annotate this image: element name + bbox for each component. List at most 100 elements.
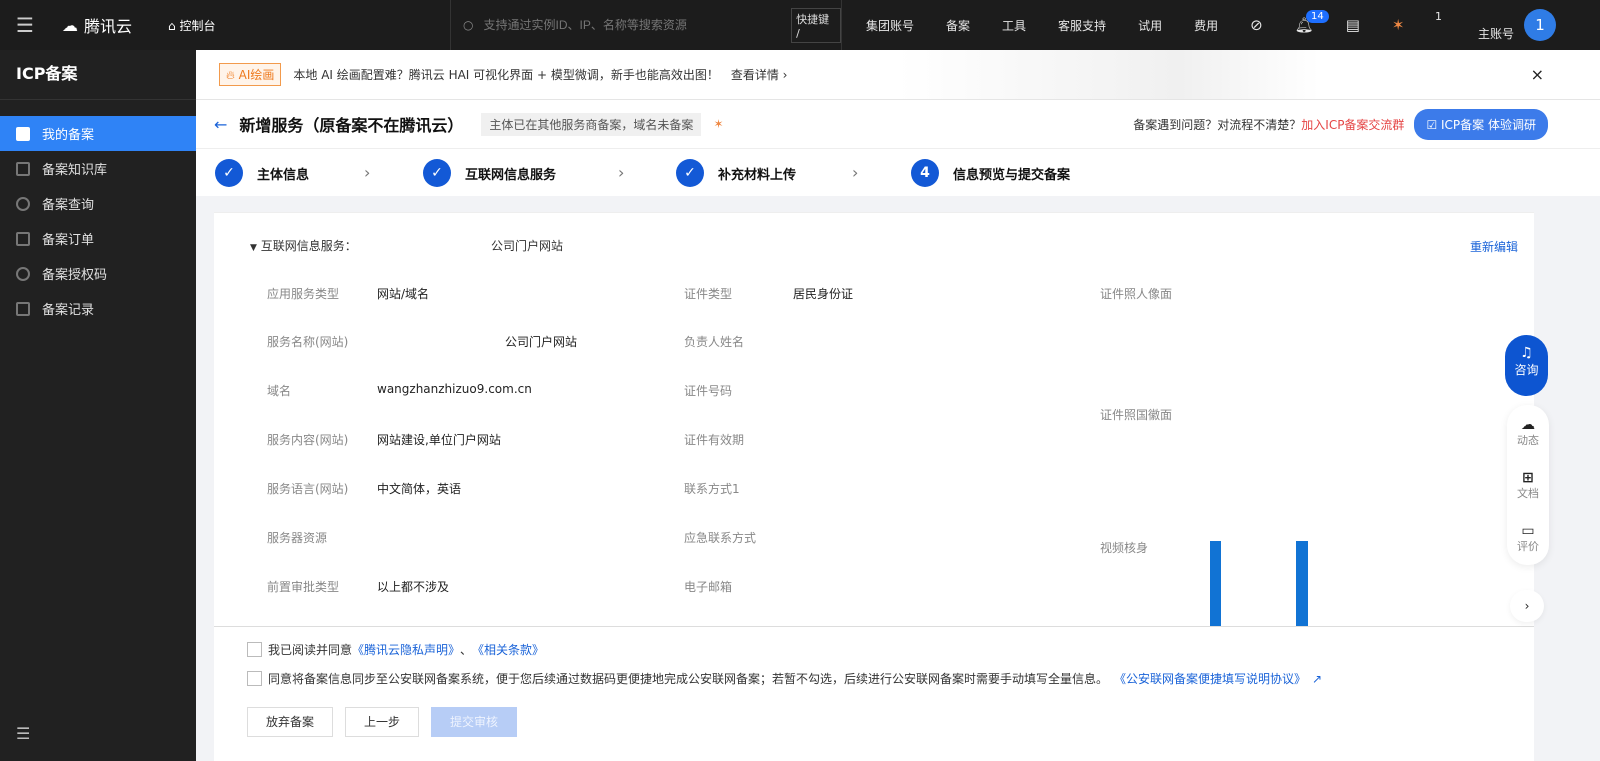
- field-label: 负责人姓名: [684, 335, 745, 349]
- nav-billing[interactable]: 费用: [1194, 17, 1218, 34]
- sync-checkbox[interactable]: [247, 671, 262, 686]
- check-icon: ✓: [423, 159, 451, 187]
- re-edit-link[interactable]: 重新编辑: [1470, 238, 1518, 255]
- sidebar-item-label: 备案记录: [42, 303, 95, 318]
- banner-link[interactable]: 查看详情 ›: [731, 66, 788, 83]
- abandon-button[interactable]: 放弃备案: [247, 707, 334, 737]
- settings-panel-icon[interactable]: ▤: [1346, 16, 1360, 34]
- check-icon: ✓: [676, 159, 704, 187]
- headset-icon: ♫: [1520, 345, 1533, 361]
- section-value: 公司门户网站: [491, 239, 564, 253]
- chevron-right-icon: ›: [364, 163, 371, 182]
- back-arrow-icon[interactable]: ←: [214, 115, 227, 134]
- field-label: 证件照人像面: [1100, 287, 1173, 301]
- collapse-sidebar-icon[interactable]: ☰: [16, 724, 30, 743]
- updates-label: 动态: [1517, 434, 1539, 447]
- privacy-link[interactable]: 《腾讯云隐私声明》: [352, 641, 460, 658]
- step-label: 信息预览与提交备案: [953, 167, 1071, 183]
- survey-button[interactable]: ☑ ICP备案 体验调研: [1414, 108, 1548, 140]
- console-label: 控制台: [179, 18, 216, 33]
- docs-button[interactable]: ⊞ 文档: [1507, 458, 1549, 511]
- updates-button[interactable]: ☁ 动态: [1507, 405, 1549, 458]
- step-1: ✓ 主体信息: [215, 159, 309, 187]
- console-link[interactable]: ⌂ 控制台: [168, 17, 215, 34]
- sidebar-item-orders[interactable]: 备案订单: [0, 221, 196, 256]
- ai-star-icon[interactable]: ✶: [713, 117, 723, 131]
- nav-group-account[interactable]: 集团账号: [866, 17, 914, 34]
- nav-tools[interactable]: 工具: [1002, 17, 1026, 34]
- page-header: ← 新增服务（原备案不在腾讯云） 主体已在其他服务商备案，域名未备案 ✶ 备案遇…: [196, 100, 1600, 148]
- shortcut-hint[interactable]: 快捷键 /: [791, 7, 841, 43]
- sidebar-item-records[interactable]: 备案记录: [0, 291, 196, 326]
- prev-step-button[interactable]: 上一步: [345, 707, 420, 737]
- sync-protocol-link[interactable]: 《公安联网备案便捷填写说明协议》: [1114, 670, 1306, 687]
- ai-star-icon[interactable]: ✶: [1392, 16, 1405, 34]
- sidebar-item-query[interactable]: 备案查询: [0, 186, 196, 221]
- field-label: 服务器资源: [267, 531, 328, 545]
- sidebar-item-label: 我的备案: [42, 128, 95, 143]
- video-thumbnail[interactable]: [1296, 541, 1308, 627]
- progress-steps: ✓ 主体信息 › ✓ 互联网信息服务 › ✓ 补充材料上传 › 4 信息预览与提交备案: [196, 148, 1600, 196]
- video-thumbnail[interactable]: [1210, 541, 1221, 627]
- sidebar-item-label: 备案订单: [42, 233, 95, 248]
- docs-label: 文档: [1517, 487, 1539, 500]
- sidebar: ICP备案 我的备案 备案知识库 备案查询 备案订单 备案授权码 备案记录 ☰: [0, 50, 196, 761]
- nav-support[interactable]: 客服支持: [1058, 17, 1106, 34]
- field-label: 证件号码: [684, 384, 733, 398]
- field-label: 证件有效期: [684, 433, 745, 447]
- link-icon[interactable]: ⊘: [1250, 16, 1263, 34]
- agreement-text: 我已阅读并同意: [268, 643, 353, 657]
- field-label: 服务名称(网站): [267, 335, 349, 349]
- field-value: 网站建设,单位门户网站: [377, 433, 501, 447]
- sidebar-item-my-filing[interactable]: 我的备案: [0, 116, 196, 151]
- separator: 、: [460, 643, 473, 657]
- step-label: 主体信息: [257, 167, 310, 183]
- feedback-label: 评价: [1517, 540, 1539, 553]
- nav-filing[interactable]: 备案: [946, 17, 970, 34]
- sidebar-item-knowledge[interactable]: 备案知识库: [0, 151, 196, 186]
- avatar[interactable]: 1: [1524, 9, 1556, 41]
- section-title: 互联网信息服务：: [260, 239, 357, 253]
- nav-trial[interactable]: 试用: [1138, 17, 1162, 34]
- survey-label: ICP备案 体验调研: [1441, 117, 1536, 132]
- field-label: 服务内容(网站): [267, 433, 349, 447]
- small-count: 1: [1435, 10, 1442, 23]
- step-4: 4 信息预览与提交备案: [911, 159, 1070, 187]
- sync-text: 同意将备案信息同步至公安联网备案系统，便于您后续通过数据码更便捷地完成公安联网备…: [268, 672, 1109, 686]
- banner-text: 本地 AI 绘画配置难？腾讯云 HAI 可视化界面 + 模型微调，新手也能高效出…: [293, 68, 719, 82]
- comment-icon: ▭: [1521, 523, 1535, 539]
- brand-logo[interactable]: ☁ 腾讯云: [62, 13, 132, 37]
- consult-button[interactable]: ♫ 咨询: [1505, 335, 1548, 396]
- checkbox-icon: [16, 231, 30, 246]
- field-label: 应用服务类型: [267, 287, 340, 301]
- check-icon: ✓: [215, 159, 243, 187]
- page-title: 新增服务（原备案不在腾讯云）: [239, 116, 464, 135]
- terms-link[interactable]: 《相关条款》: [472, 641, 544, 658]
- ai-tag: 🔥︎ AI绘画: [219, 63, 282, 86]
- menu-icon[interactable]: ☰: [0, 13, 50, 37]
- consult-label: 咨询: [1514, 363, 1539, 377]
- step-label: 补充材料上传: [718, 167, 797, 183]
- chevron-right-icon: ›: [618, 163, 625, 182]
- field-label: 域名: [267, 384, 292, 398]
- account-label[interactable]: 主账号: [1478, 25, 1514, 42]
- chevron-right-icon: ›: [852, 163, 859, 182]
- search-input[interactable]: [483, 18, 762, 32]
- sidebar-item-auth-code[interactable]: 备案授权码: [0, 256, 196, 291]
- external-link-icon[interactable]: ↗: [1312, 672, 1322, 686]
- ai-tag-label: AI绘画: [238, 68, 275, 82]
- submit-button[interactable]: 提交审核: [431, 707, 518, 737]
- expand-chevron-icon[interactable]: ›: [1510, 590, 1544, 622]
- brand-name: 腾讯云: [84, 17, 133, 36]
- service-info-card: ▼ 互联网信息服务： 公司门户网站 重新编辑 应用服务类型 网站/域名 服务名称(网站…: [214, 212, 1534, 627]
- step-number: 4: [911, 159, 939, 187]
- close-icon[interactable]: ×: [1531, 65, 1544, 84]
- field-label: 联系方式1: [684, 482, 740, 496]
- privacy-checkbox[interactable]: [247, 642, 262, 657]
- join-group-link[interactable]: 加入ICP备案交流群: [1301, 116, 1404, 133]
- feedback-button[interactable]: ▭ 评价: [1507, 511, 1549, 564]
- field-label: 视频核身: [1100, 541, 1149, 555]
- field-label: 服务语言(网站): [267, 482, 349, 496]
- field-value: 网站/域名: [377, 287, 430, 301]
- section-header[interactable]: ▼ 互联网信息服务： 公司门户网站: [250, 237, 563, 254]
